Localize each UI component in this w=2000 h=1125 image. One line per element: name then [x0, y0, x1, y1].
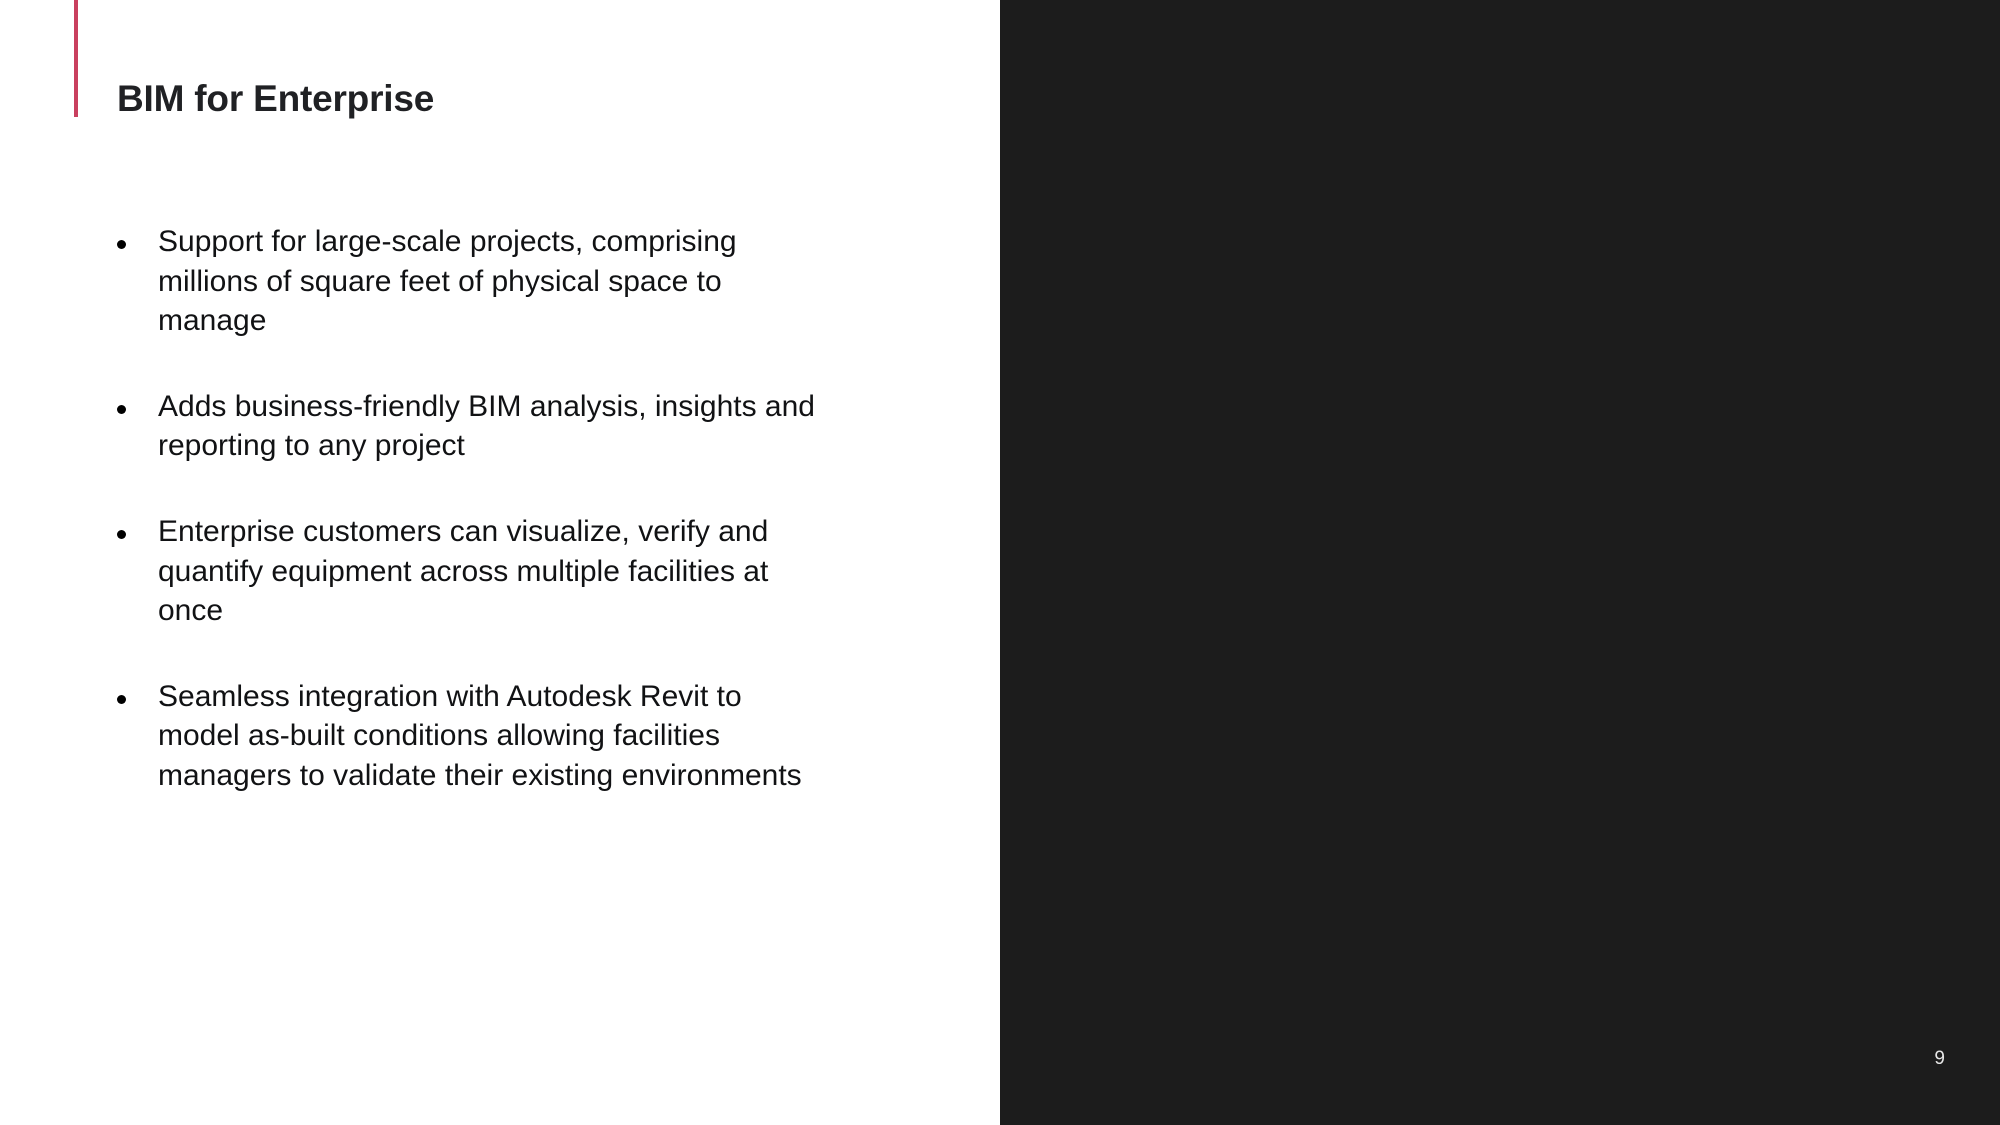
list-item-text: Adds business-friendly BIM analysis, ins…: [158, 389, 815, 463]
bullet-dot-icon: [117, 240, 126, 249]
list-item-text: Support for large-scale projects, compri…: [158, 225, 737, 338]
accent-bar: [74, 0, 78, 117]
list-item-text: Enterprise customers can visualize, veri…: [158, 514, 769, 628]
bullet-list: Support for large-scale projects, compri…: [117, 222, 847, 796]
list-item: Adds business-friendly BIM analysis, ins…: [117, 387, 847, 466]
list-item: Enterprise customers can visualize, veri…: [117, 512, 847, 631]
bullet-dot-icon: [117, 694, 126, 704]
list-item: Seamless integration with Autodesk Revit…: [117, 677, 847, 796]
list-item-text: Seamless integration with Autodesk Revit…: [158, 679, 802, 792]
bullet-dot-icon: [117, 529, 126, 539]
page-number: 9: [1934, 1048, 1945, 1069]
image-panel: SAMPLE Level 1 Room Schedule Room Name A…: [1000, 0, 2000, 1125]
slide-root: BIM for Enterprise Support for large-sca…: [0, 0, 2000, 1125]
content-panel: BIM for Enterprise Support for large-sca…: [0, 0, 1000, 1125]
page-title: BIM for Enterprise: [117, 78, 435, 119]
list-item: Support for large-scale projects, compri…: [117, 222, 847, 341]
bullet-dot-icon: [117, 404, 126, 414]
